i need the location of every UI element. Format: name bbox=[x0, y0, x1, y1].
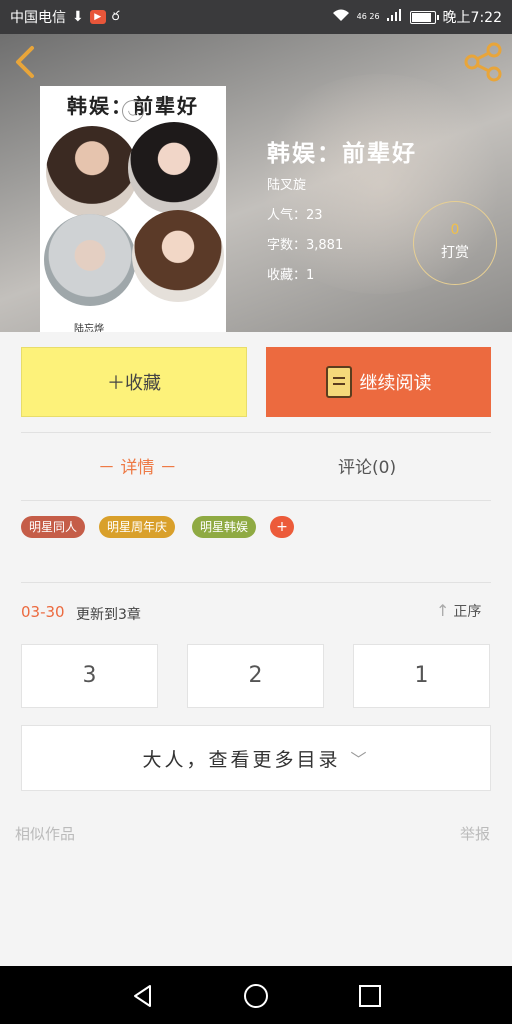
circle-home-icon bbox=[244, 984, 268, 1008]
battery-icon bbox=[409, 10, 439, 24]
report-link[interactable]: 举报 bbox=[460, 823, 490, 844]
collect-label: ＋收藏 bbox=[107, 373, 161, 394]
update-date: 03-30 bbox=[21, 603, 65, 621]
nav-recents-button[interactable] bbox=[357, 983, 383, 1009]
reward-button[interactable]: 0 打赏 bbox=[413, 201, 497, 285]
carrier-label: 中国电信 bbox=[10, 10, 66, 26]
update-status: 更新到3章 bbox=[76, 607, 141, 623]
chevron-left-icon bbox=[16, 46, 34, 78]
video-app-icon: ▶ bbox=[89, 10, 106, 24]
add-tag-button[interactable]: + bbox=[270, 516, 294, 538]
status-bar: 中国电信 ⬇ ▶ ర 46 26 晚上7:22 bbox=[0, 0, 512, 34]
tag-chip[interactable]: 明星周年庆 bbox=[99, 516, 176, 538]
tab-comments[interactable]: 评论(0) bbox=[338, 452, 396, 484]
view-more-toc-label: 大人，查看更多目录 bbox=[142, 748, 341, 771]
book-author[interactable]: 陆叉旋 bbox=[267, 174, 306, 193]
book-title: 韩娱：前辈好 bbox=[267, 141, 417, 167]
square-recents-icon bbox=[359, 985, 381, 1007]
share-icon bbox=[464, 42, 502, 82]
chevron-down-icon: ﹀ bbox=[350, 750, 370, 769]
view-more-toc-button[interactable]: 大人，查看更多目录 ﹀ bbox=[21, 725, 491, 791]
notification-icon: ర bbox=[111, 9, 120, 24]
clock: 晚上7:22 bbox=[442, 10, 502, 26]
book-icon bbox=[325, 366, 352, 398]
divider bbox=[21, 582, 491, 583]
chapter-button[interactable]: 1 bbox=[353, 644, 490, 708]
battery-level bbox=[411, 12, 431, 22]
collect-button[interactable]: ＋收藏 bbox=[21, 347, 247, 417]
nav-home-button[interactable] bbox=[243, 983, 269, 1009]
share-button[interactable] bbox=[462, 42, 504, 82]
continue-reading-label: 继续阅读 bbox=[359, 373, 432, 394]
cover-photo bbox=[128, 122, 220, 214]
book-header: 韩娱：前辈好 ◡ 陆忘烨 韩娱：前辈好 陆叉旋 人气：23 字数：3,881 收… bbox=[0, 34, 512, 332]
book-cover[interactable]: 韩娱：前辈好 ◡ 陆忘烨 bbox=[40, 86, 226, 332]
divider bbox=[21, 432, 491, 433]
system-nav-bar bbox=[0, 966, 512, 1024]
similar-works-heading: 相似作品 bbox=[15, 825, 76, 843]
arrow-up-icon: ↑ bbox=[436, 601, 450, 620]
cover-photo bbox=[132, 210, 224, 302]
sort-order-button[interactable]: ↑ 正序 bbox=[436, 601, 481, 621]
continue-reading-button[interactable]: 继续阅读 bbox=[266, 347, 491, 417]
book-popularity: 人气：23 bbox=[267, 208, 323, 223]
wifi-icon bbox=[332, 8, 350, 26]
download-icon: ⬇ bbox=[72, 9, 84, 25]
chapter-button[interactable]: 3 bbox=[21, 644, 158, 708]
cover-photo bbox=[46, 126, 138, 218]
sort-order-label: 正序 bbox=[453, 604, 482, 620]
tag-chip[interactable]: 明星韩娱 bbox=[192, 516, 257, 538]
triangle-back-icon bbox=[134, 985, 151, 1007]
tag-chip[interactable]: 明星同人 bbox=[21, 516, 86, 538]
cover-signature: 陆忘烨 bbox=[74, 324, 104, 332]
back-button[interactable] bbox=[10, 42, 44, 82]
smiley-icon: ◡ bbox=[122, 100, 144, 122]
book-favorites: 收藏：1 bbox=[267, 268, 315, 283]
divider bbox=[21, 500, 491, 501]
reward-label: 打赏 bbox=[441, 245, 469, 261]
cover-photo bbox=[44, 214, 136, 306]
nav-back-button[interactable] bbox=[130, 983, 156, 1009]
network-type: 46 26 bbox=[356, 12, 380, 21]
chapter-button[interactable]: 2 bbox=[187, 644, 324, 708]
signal-icon bbox=[386, 9, 403, 25]
tab-detail[interactable]: － 详情 － bbox=[98, 452, 177, 484]
book-word-count: 字数：3,881 bbox=[267, 238, 344, 253]
reward-count: 0 bbox=[450, 222, 460, 238]
